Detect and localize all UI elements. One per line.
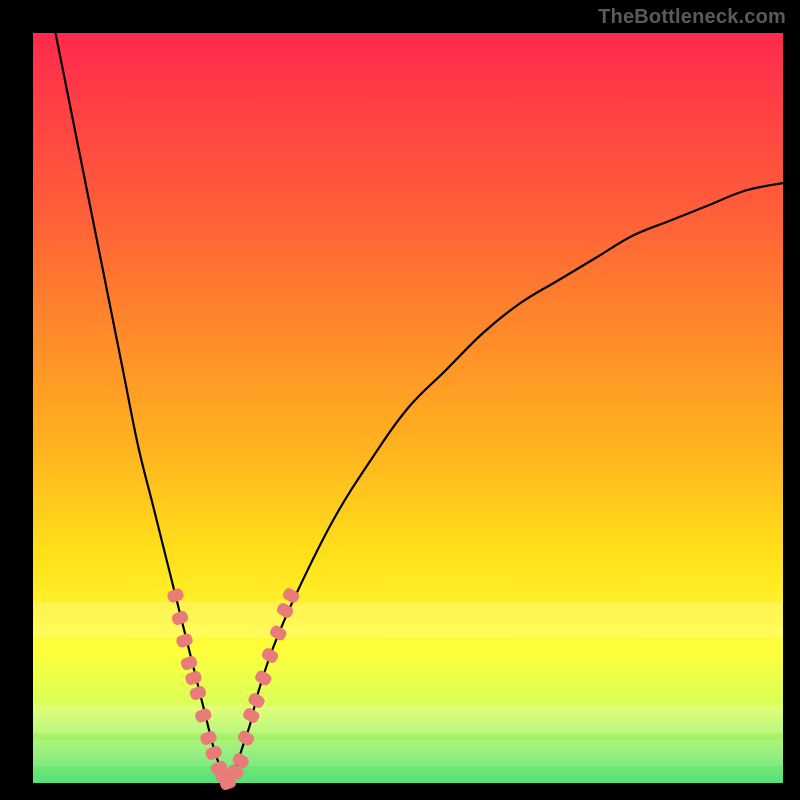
data-marker xyxy=(188,685,207,702)
data-marker xyxy=(241,706,261,724)
data-markers xyxy=(166,586,301,791)
left-bottleneck-curve xyxy=(56,33,229,783)
data-marker xyxy=(204,745,223,762)
data-marker xyxy=(179,655,198,672)
data-marker xyxy=(184,670,203,687)
bottleneck-chart: TheBottleneck.com xyxy=(0,0,800,800)
frame-left xyxy=(0,0,33,800)
watermark-text: TheBottleneck.com xyxy=(598,6,786,29)
frame-right xyxy=(783,0,800,800)
data-marker xyxy=(194,707,213,724)
curve-layer xyxy=(33,33,783,783)
data-marker xyxy=(175,632,194,649)
frame-bottom xyxy=(0,783,800,800)
data-marker xyxy=(170,610,189,627)
data-marker xyxy=(199,730,218,747)
right-bottleneck-curve xyxy=(228,183,783,783)
data-marker xyxy=(236,729,256,747)
data-marker xyxy=(260,646,280,664)
data-marker xyxy=(268,624,288,642)
data-marker xyxy=(247,691,267,709)
data-marker xyxy=(166,587,185,604)
data-marker xyxy=(253,669,273,687)
